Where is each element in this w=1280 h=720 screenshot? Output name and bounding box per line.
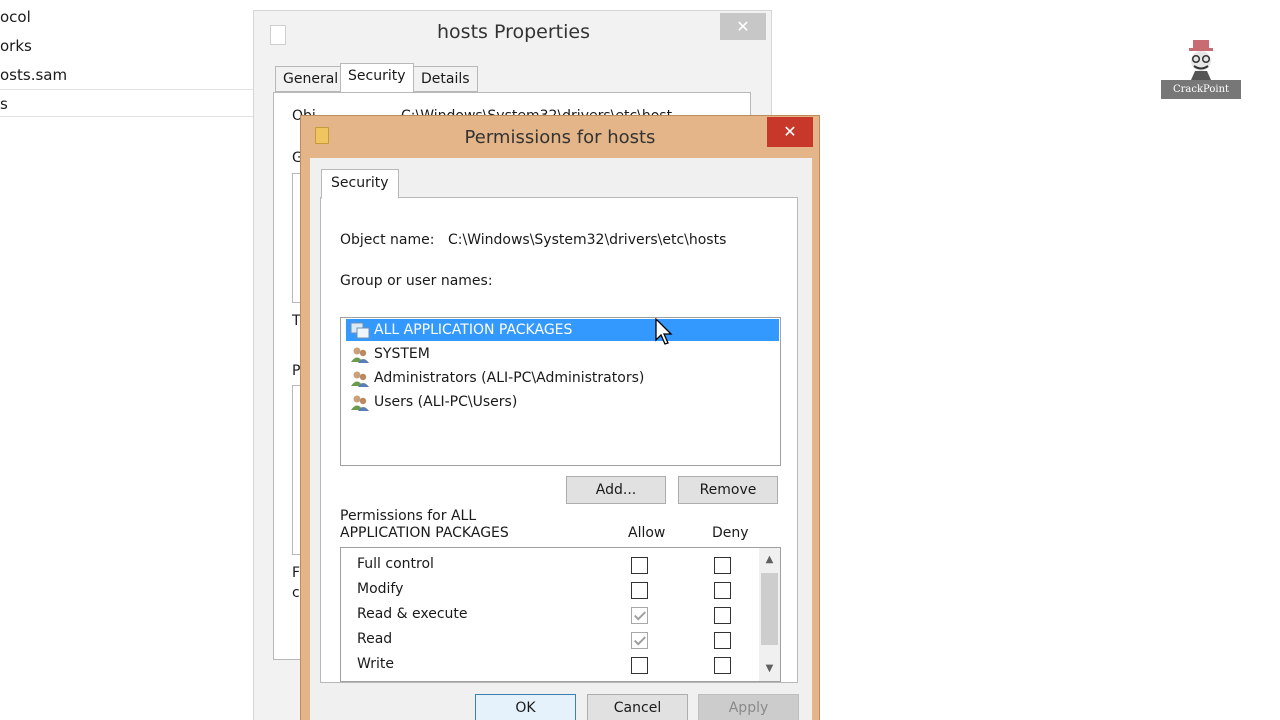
- object-name-label: Object name:: [340, 232, 435, 248]
- close-button[interactable]: ✕: [767, 117, 813, 147]
- apply-button[interactable]: Apply: [698, 694, 799, 720]
- allow-column-header: Allow: [628, 525, 666, 541]
- user-row-users[interactable]: Users (ALI-PC\Users): [346, 391, 779, 413]
- permission-row-write: Write: [341, 653, 761, 678]
- permission-row-read-execute: Read & execute: [341, 603, 761, 628]
- security-tab-panel: Object name: C:\Windows\System32\drivers…: [320, 197, 798, 683]
- window-title: hosts Properties: [437, 21, 590, 43]
- user-row-all-application-packages[interactable]: ALL APPLICATION PACKAGES: [346, 319, 779, 341]
- explorer-item[interactable]: osts.sam: [0, 61, 67, 89]
- users-icon: [351, 347, 369, 363]
- permission-name: Write: [357, 656, 394, 672]
- deny-checkbox[interactable]: [714, 557, 731, 574]
- explorer-item[interactable]: ocol: [0, 3, 31, 31]
- ok-button[interactable]: OK: [475, 694, 576, 720]
- label-fragment: c: [292, 585, 300, 601]
- scroll-thumb[interactable]: [761, 573, 778, 645]
- tab-details[interactable]: Details: [413, 66, 478, 92]
- add-button[interactable]: Add...: [566, 476, 666, 504]
- dialog-title: Permissions for hosts: [464, 127, 656, 148]
- tab-security[interactable]: Security: [321, 169, 399, 199]
- permissions-dialog: Permissions for hosts ✕ Security Object …: [300, 115, 820, 720]
- permission-name: Full control: [357, 556, 434, 572]
- user-row-administrators[interactable]: Administrators (ALI-PC\Administrators): [346, 367, 779, 389]
- deny-checkbox[interactable]: [714, 632, 731, 649]
- hat-glasses-face-icon: [1189, 40, 1213, 80]
- permission-name: Read & execute: [357, 606, 468, 622]
- tab-general[interactable]: General: [275, 66, 347, 92]
- deny-checkbox[interactable]: [714, 657, 731, 674]
- object-name-value: C:\Windows\System32\drivers\etc\hosts: [448, 232, 727, 248]
- permission-list-scrollbar[interactable]: ▲ ▼: [759, 548, 780, 681]
- label-fragment: F: [292, 565, 301, 581]
- explorer-file-list: ocol orks osts.sam s: [0, 0, 253, 720]
- allow-checkbox[interactable]: [631, 582, 648, 599]
- permission-name: Read: [357, 631, 393, 647]
- user-name: ALL APPLICATION PACKAGES: [374, 322, 573, 338]
- scroll-up-arrow-icon[interactable]: ▲: [759, 550, 780, 570]
- explorer-item-selected[interactable]: s: [0, 89, 253, 117]
- remove-button[interactable]: Remove: [678, 476, 778, 504]
- users-icon: [351, 371, 369, 387]
- user-row-system[interactable]: SYSTEM: [346, 343, 779, 365]
- user-name: SYSTEM: [374, 346, 430, 362]
- permission-row-read: Read: [341, 628, 761, 653]
- allow-checkbox-checked: [631, 607, 648, 624]
- permissions-for-label: Permissions for ALL: [340, 508, 477, 524]
- tab-security[interactable]: Security: [340, 63, 414, 93]
- deny-column-header: Deny: [712, 525, 749, 541]
- mouse-cursor-icon: [655, 318, 673, 345]
- explorer-item[interactable]: orks: [0, 32, 32, 60]
- allow-checkbox[interactable]: [631, 657, 648, 674]
- app-packages-icon: [350, 322, 370, 339]
- deny-checkbox[interactable]: [714, 582, 731, 599]
- dialog-body: Security Object name: C:\Windows\System3…: [310, 158, 812, 720]
- allow-checkbox[interactable]: [631, 557, 648, 574]
- scroll-down-arrow-icon[interactable]: ▼: [759, 659, 780, 679]
- close-button[interactable]: ✕: [720, 13, 766, 40]
- user-name: Users (ALI-PC\Users): [374, 394, 518, 410]
- users-icon: [351, 395, 369, 411]
- permission-row-modify: Modify: [341, 578, 761, 603]
- crackpoint-logo: CrackPoint: [1161, 36, 1241, 100]
- user-name: Administrators (ALI-PC\Administrators): [374, 370, 645, 386]
- permission-row-full-control: Full control: [341, 553, 761, 578]
- deny-checkbox[interactable]: [714, 607, 731, 624]
- cancel-button[interactable]: Cancel: [587, 694, 688, 720]
- group-user-list[interactable]: ALL APPLICATION PACKAGES SYSTEM Administ…: [340, 317, 781, 466]
- permission-name: Modify: [357, 581, 404, 597]
- logo-text: CrackPoint: [1161, 80, 1241, 99]
- permission-list[interactable]: Full control Modify Read & execute Read: [340, 547, 781, 682]
- group-names-label: Group or user names:: [340, 273, 493, 289]
- permissions-for-label-line2: APPLICATION PACKAGES: [340, 525, 509, 541]
- allow-checkbox-checked: [631, 632, 648, 649]
